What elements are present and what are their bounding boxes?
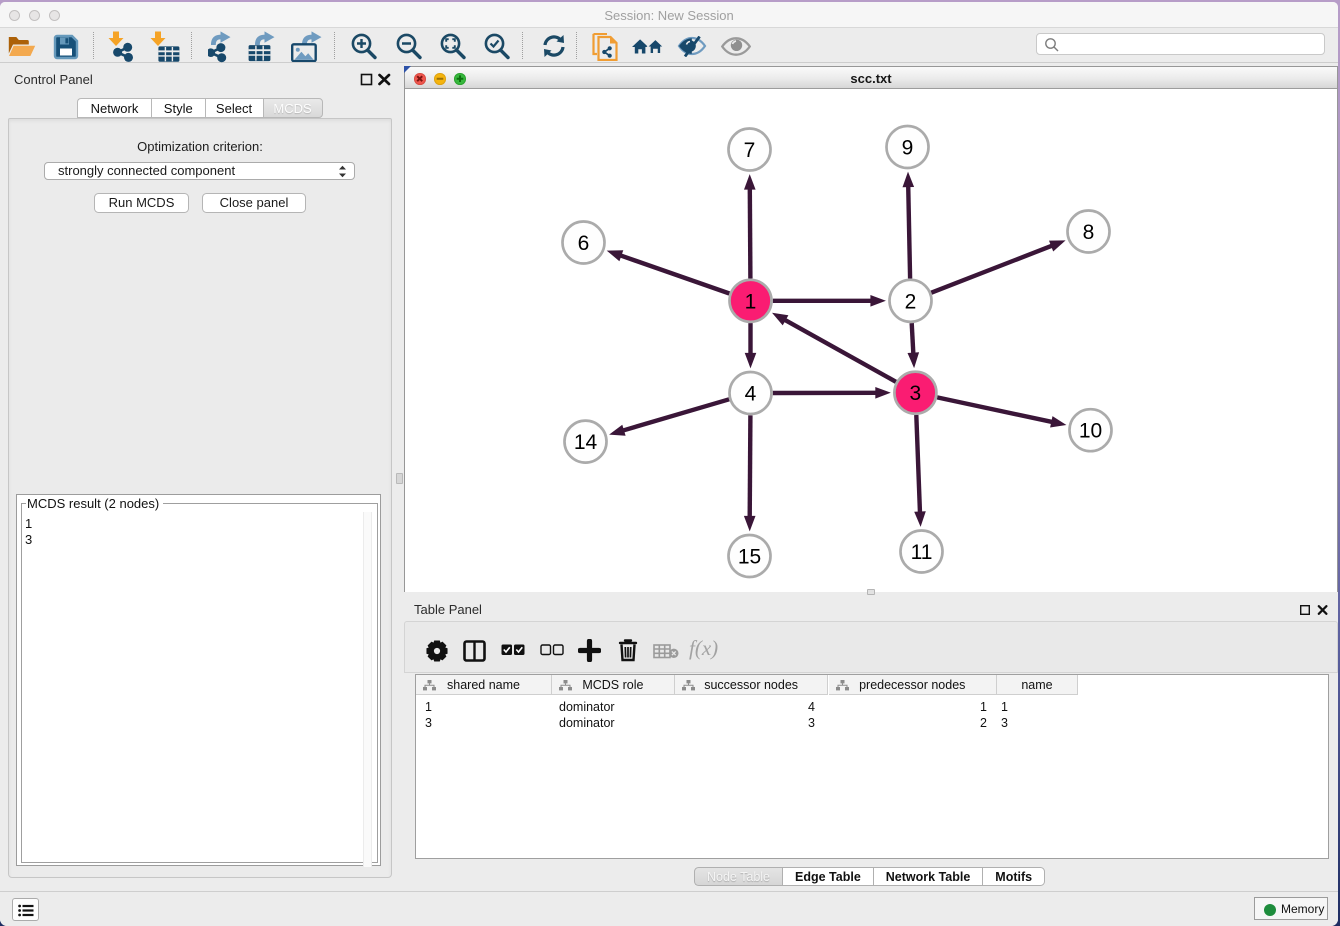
svg-text:3: 3 bbox=[910, 382, 922, 405]
svg-text:7: 7 bbox=[744, 139, 756, 162]
svg-text:1: 1 bbox=[745, 290, 757, 313]
svg-text:2: 2 bbox=[905, 290, 917, 313]
svg-text:15: 15 bbox=[738, 546, 761, 569]
svg-text:6: 6 bbox=[578, 232, 590, 255]
svg-text:10: 10 bbox=[1079, 420, 1102, 443]
svg-text:9: 9 bbox=[902, 137, 914, 160]
svg-text:4: 4 bbox=[745, 383, 757, 406]
svg-text:14: 14 bbox=[574, 431, 598, 454]
svg-text:11: 11 bbox=[911, 541, 933, 564]
svg-text:8: 8 bbox=[1083, 221, 1095, 244]
